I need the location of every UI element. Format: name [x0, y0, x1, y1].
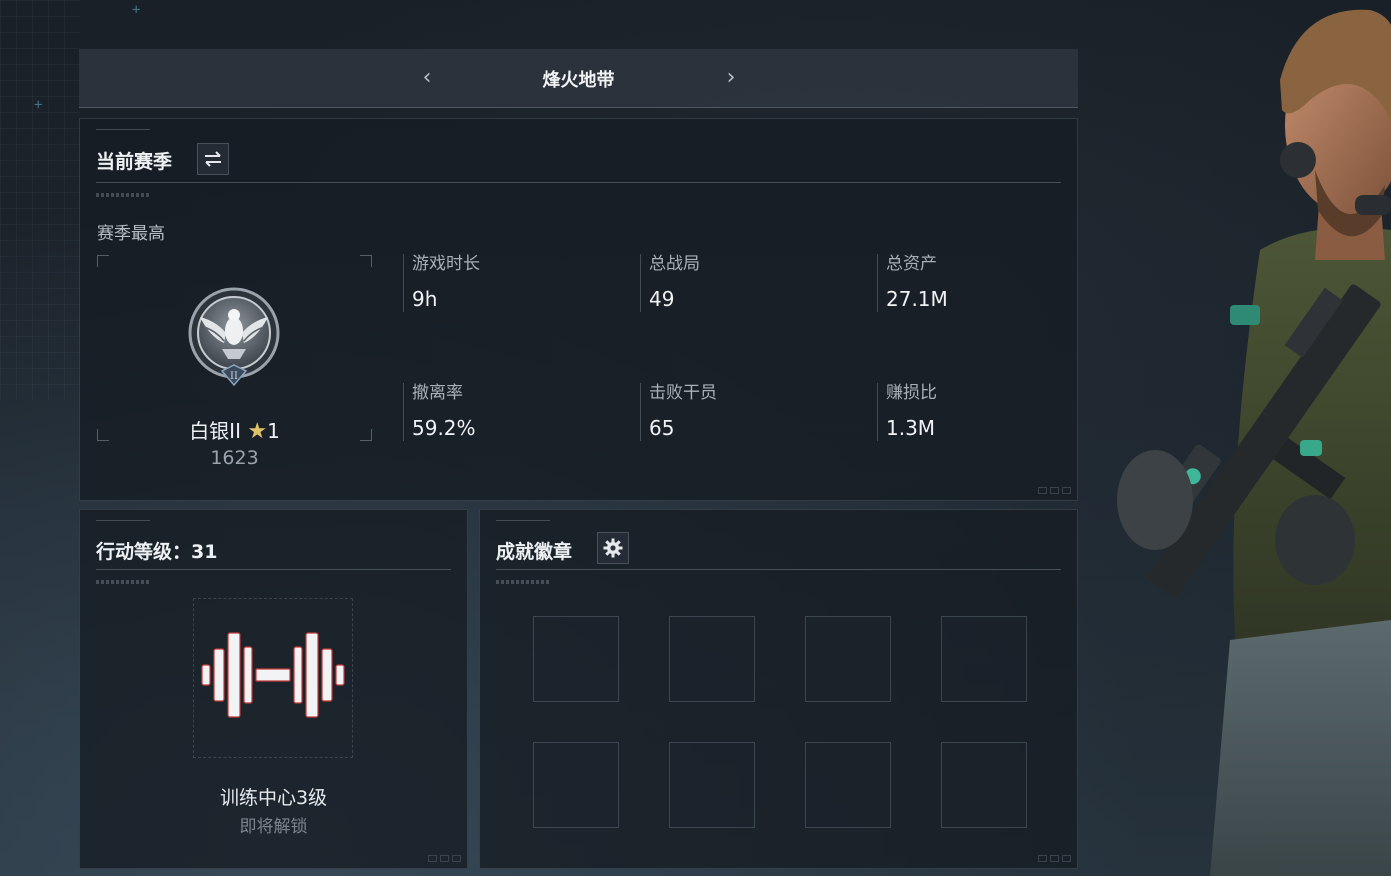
action-level-panel: 行动等级：31 训练中心3级 即将解锁	[79, 509, 468, 869]
swap-icon	[205, 151, 221, 167]
stat-operators-defeated: 击败干员 65	[640, 383, 717, 441]
corner-decoration	[428, 855, 461, 862]
frame-corner	[97, 255, 109, 267]
season-title: 当前赛季	[96, 151, 173, 173]
star-icon: ★	[247, 419, 268, 444]
panel-tag-decoration	[496, 520, 550, 523]
badge-slot[interactable]	[533, 742, 619, 828]
badge-slot[interactable]	[941, 616, 1027, 702]
stat-profit-loss-ratio: 赚损比 1.3M	[877, 383, 937, 441]
rank-emblem-icon: II	[188, 287, 280, 387]
background-grid-decoration	[0, 0, 80, 400]
achievement-badges-panel: 成就徽章	[479, 509, 1078, 869]
badge-slot[interactable]	[805, 742, 891, 828]
divider-decoration	[96, 580, 150, 584]
badge-slot[interactable]	[533, 616, 619, 702]
current-season-panel: 当前赛季 赛季最高 II 白银II ★1 1623 游戏时长 9h 总战局 49…	[79, 118, 1078, 501]
badge-slot[interactable]	[669, 742, 755, 828]
stat-extraction-rate: 撤离率 59.2%	[403, 383, 476, 441]
corner-decoration	[1038, 487, 1071, 494]
training-center-name: 训练中心3级	[219, 787, 328, 809]
svg-text:II: II	[230, 371, 238, 382]
gear-icon	[603, 538, 623, 558]
season-switch-button[interactable]	[197, 143, 229, 175]
title-divider	[96, 569, 451, 570]
panel-tag-decoration	[96, 129, 150, 132]
mode-title: 烽火地带	[542, 70, 615, 91]
action-level-title: 行动等级：31	[96, 541, 218, 563]
corner-decoration	[1038, 855, 1071, 862]
rank-stars: 1	[267, 419, 280, 443]
training-center-card[interactable]	[193, 598, 353, 758]
rank-score: 1623	[210, 447, 259, 469]
mode-header: ‹ 烽火地带 ›	[79, 49, 1078, 108]
divider-decoration	[96, 193, 150, 197]
rank-name-row: 白银II ★1	[97, 415, 372, 444]
badge-slot[interactable]	[805, 616, 891, 702]
frame-corner	[360, 255, 372, 267]
badges-title: 成就徽章	[496, 541, 573, 563]
stat-play-time: 游戏时长 9h	[403, 254, 480, 312]
operator-character-image	[1117, 9, 1391, 876]
rank-display: II 白银II ★1 1623	[97, 255, 372, 469]
panel-tag-decoration	[96, 520, 150, 523]
crosshair-decoration: +	[132, 2, 141, 18]
training-center-status: 即将解锁	[239, 817, 308, 837]
season-best-label: 赛季最高	[97, 224, 165, 244]
stat-total-assets: 总资产 27.1M	[877, 254, 948, 312]
badges-settings-button[interactable]	[597, 532, 629, 564]
chevron-right-icon[interactable]: ›	[719, 63, 743, 93]
stat-total-matches: 总战局 49	[640, 254, 700, 312]
title-divider	[496, 569, 1061, 570]
divider-decoration	[496, 580, 550, 584]
badge-slot[interactable]	[669, 616, 755, 702]
title-divider	[96, 182, 1061, 183]
rank-name: 白银II	[189, 419, 241, 443]
badge-slot[interactable]	[941, 742, 1027, 828]
crosshair-decoration: +	[34, 97, 43, 113]
dumbbell-icon	[201, 632, 345, 718]
